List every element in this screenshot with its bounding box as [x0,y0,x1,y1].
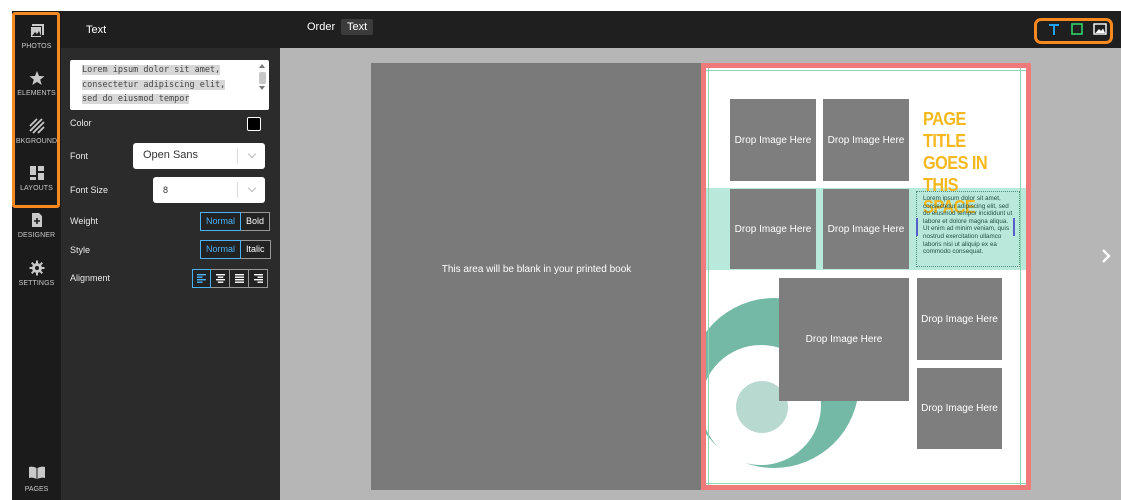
star-icon [29,71,44,85]
rail-label-settings: SETTINGS [18,280,55,287]
scroll-up-icon[interactable] [259,64,265,68]
guide-line [1020,63,1021,490]
rail-item-pages[interactable]: PAGES [12,466,61,493]
align-center-icon [215,274,225,283]
text-content-input[interactable]: Lorem ipsum dolor sit amet, consectetur … [70,60,269,110]
rail-label-photos: PHOTOS [21,43,52,50]
style-normal-button[interactable]: Normal [200,240,242,259]
left-page: This area will be blank in your printed … [371,63,702,490]
chevron-right-icon[interactable] [1098,248,1114,264]
drop-image-2[interactable]: Drop Image Here [823,99,909,181]
right-page: Drop Image Here Drop Image Here Drop Ima… [701,63,1031,490]
drop-image-5[interactable]: Drop Image Here [779,278,909,401]
guide-line [701,483,1031,484]
align-right-icon [253,274,263,283]
font-size-select[interactable]: 8 [153,177,265,203]
blank-page-notice: This area will be blank in your printed … [441,264,632,275]
style-label: Style [70,245,91,255]
drop-image-6[interactable]: Drop Image Here [917,278,1002,360]
image-tool-icon[interactable] [1093,22,1107,36]
drop-image-7[interactable]: Drop Image Here [917,368,1002,449]
resize-handle-left[interactable] [916,218,918,236]
rail-item-photos[interactable]: PHOTOS [12,23,61,67]
scroll-down-icon[interactable] [259,86,265,90]
frame-left [0,0,12,500]
rail-label-pages: PAGES [24,486,49,493]
align-justify-icon [234,274,244,283]
color-label: Color [70,118,92,128]
font-value: Open Sans [143,149,199,161]
text-line-3: sed do eiusmod tempor [82,94,190,104]
text-line-1: Lorem ipsum dolor sit amet, [82,65,221,75]
weight-toggle: Normal Bold [200,212,271,231]
rail-item-layouts[interactable]: LAYOUTS [12,165,61,209]
body-text-box[interactable]: Lorem ipsum dolor sit amet, consectetur … [916,191,1020,267]
rail-label-background: BKGROUND [15,138,58,145]
resize-handle-right[interactable] [1013,218,1015,236]
book-icon [28,466,45,479]
chevron-down-icon [247,149,257,159]
alignment-label: Alignment [70,273,111,283]
font-size-label: Font Size [70,185,109,195]
shape-tool-icon[interactable] [1070,22,1084,36]
weight-bold-button[interactable]: Bold [241,212,271,231]
style-italic-button[interactable]: Italic [241,240,271,259]
alignment-toggle [192,269,268,288]
rail-item-settings[interactable]: SETTINGS [12,260,61,304]
panel-title: Text [86,24,107,36]
photos-icon [29,24,44,38]
drop-image-1[interactable]: Drop Image Here [730,99,816,181]
font-select[interactable]: Open Sans [133,143,265,169]
tab-text[interactable]: Text [341,19,374,35]
align-left-button[interactable] [192,269,211,288]
rail-label-layouts: LAYOUTS [20,185,53,192]
rail-label-elements: ELEMENTS [17,90,56,97]
align-center-button[interactable] [211,269,230,288]
drop-image-3[interactable]: Drop Image Here [730,189,816,269]
add-page-icon [31,213,42,227]
select-separator [237,182,238,198]
gear-icon [29,260,44,276]
style-toggle: Normal Italic [200,240,271,259]
weight-normal-button[interactable]: Normal [200,212,242,231]
rail-item-background[interactable]: BKGROUND [12,118,61,162]
chevron-down-icon [247,183,257,193]
top-bar: Order Text [280,11,1121,48]
tab-order[interactable]: Order [307,21,335,33]
icon-rail: PHOTOS ELEMENTS BKGROUND LAYOUTS DESIGNE… [12,11,61,500]
guide-line [708,63,709,490]
text-content[interactable]: Lorem ipsum dolor sit amet, consectetur … [70,60,269,107]
guide-line [701,70,1031,71]
textbox-scrollbar[interactable] [258,62,267,108]
weight-label: Weight [70,216,98,226]
font-label: Font [70,151,89,161]
rail-label-designer: DESIGNER [17,232,56,239]
app: PHOTOS ELEMENTS BKGROUND LAYOUTS DESIGNE… [0,0,1121,500]
align-justify-button[interactable] [230,269,249,288]
align-right-button[interactable] [249,269,268,288]
text-panel: Text Lorem ipsum dolor sit amet, consect… [61,11,280,500]
drop-image-4[interactable]: Drop Image Here [823,189,909,269]
stripes-icon [28,118,45,134]
workspace: This area will be blank in your printed … [280,48,1121,500]
frame-top [0,0,1121,11]
panel-header: Text [61,11,280,48]
font-size-value: 8 [163,185,169,195]
rail-item-elements[interactable]: ELEMENTS [12,70,61,114]
text-line-2: consectetur adipiscing elit, [82,79,226,90]
align-left-icon [197,274,206,283]
scroll-thumb[interactable] [259,72,266,84]
color-swatch[interactable] [247,117,261,131]
layout-icon [29,166,44,180]
rail-item-designer[interactable]: DESIGNER [12,212,61,256]
text-tool-icon[interactable] [1047,22,1061,36]
select-separator [237,148,238,164]
